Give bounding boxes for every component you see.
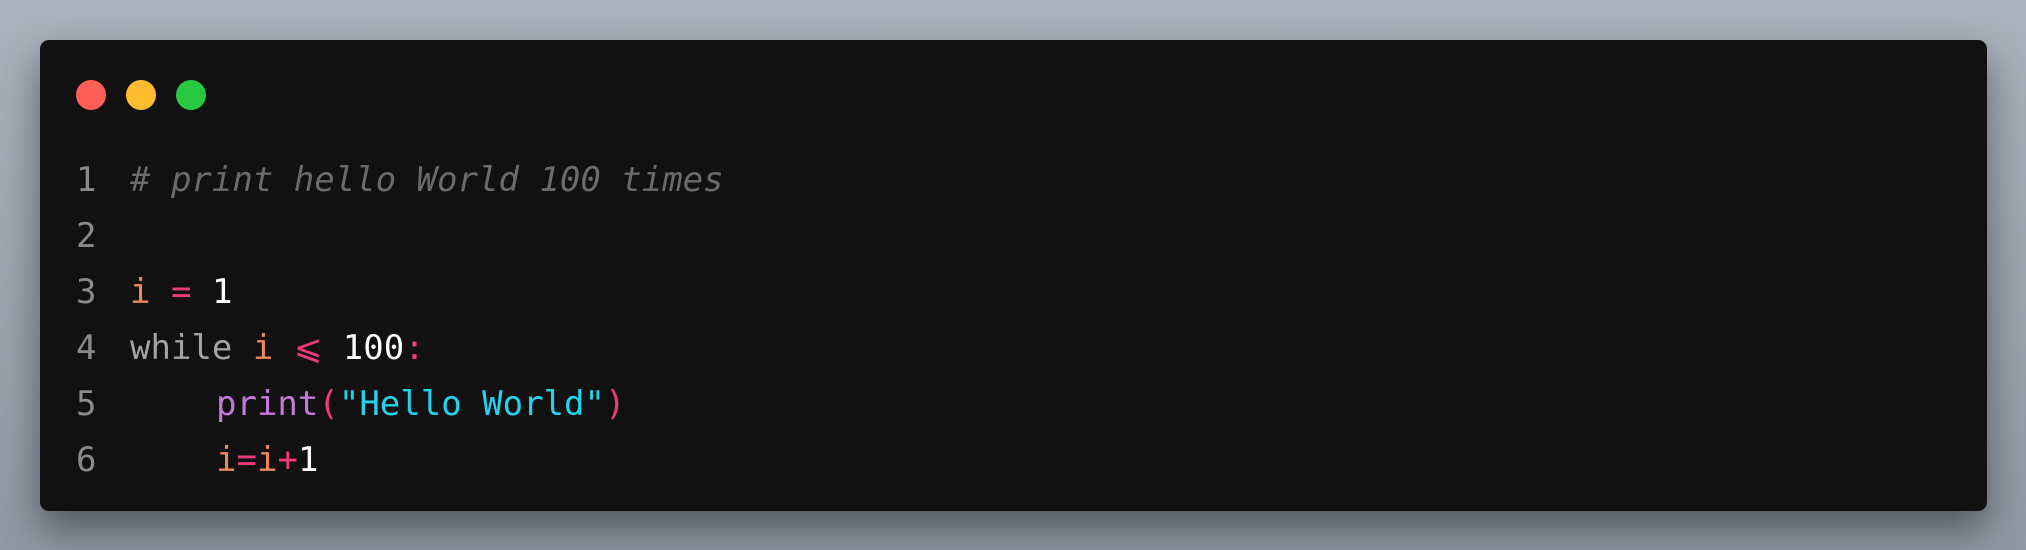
code-block: 1 # print hello World 100 times 2 3 i = 1 4 wh… [76,152,1951,488]
zoom-button[interactable] [176,80,206,110]
minimize-button[interactable] [126,80,156,110]
code-token-variable: i [130,272,151,312]
line-number: 3 [76,272,97,312]
line-content: i=i+1 [130,432,1951,488]
code-token-keyword: while [130,328,233,368]
code-token-punct: ) [604,384,626,424]
line-number: 1 [76,160,97,200]
code-line: 4 while i ⩽ 100: [76,320,1951,376]
code-token-string: "Hello World" [338,384,605,424]
code-token-operator: = [236,440,257,480]
code-token-number: 100 [342,328,405,368]
code-token-comment: # print hello World 100 times [130,160,724,200]
line-number: 4 [76,328,97,368]
code-token-operator: + [277,440,298,480]
close-button[interactable] [76,80,106,110]
code-token-punct: : [404,328,425,368]
line-number: 2 [76,216,97,256]
code-token-function: print [216,384,319,424]
code-token-variable: i [252,328,274,368]
code-line: 1 # print hello World 100 times [76,152,1951,208]
code-window: 1 # print hello World 100 times 2 3 i = 1 4 wh… [40,40,1987,511]
window-controls [76,80,206,110]
line-content: i = 1 [130,264,1951,320]
line-content: print("Hello World") [130,376,1951,432]
code-line: 5 print("Hello World") [76,376,1951,432]
code-line: 2 [76,208,1951,264]
code-token-variable: i [216,440,237,480]
code-token-number: 1 [211,272,233,312]
code-token-variable: i [256,440,278,480]
code-token-operator: = [170,272,192,312]
code-line: 3i = 1 [76,264,1951,320]
code-token-number: 1 [297,440,319,480]
line-number: 5 [76,384,97,424]
code-line: 6 i=i+1 [76,432,1951,488]
line-content: while i ⩽ 100: [130,320,1951,376]
code-token-punct: ( [318,384,339,424]
line-content: # print hello World 100 times [130,152,1951,208]
code-token-operator: ⩽ [293,328,323,368]
line-number: 6 [76,440,97,480]
